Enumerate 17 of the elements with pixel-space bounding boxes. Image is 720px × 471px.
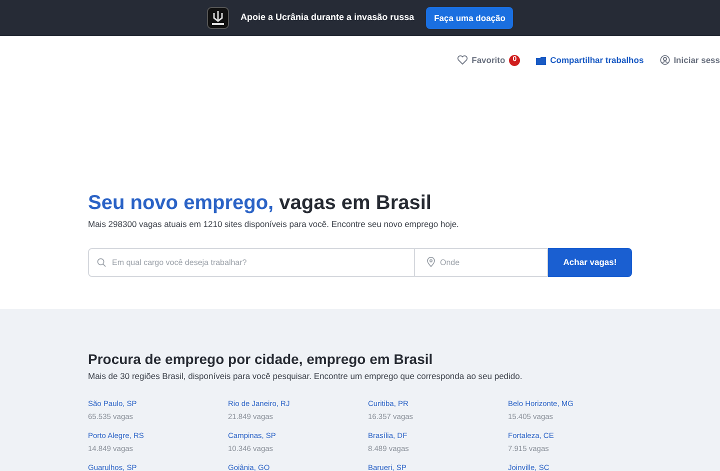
search-icon	[97, 258, 106, 267]
hero-subtitle: Mais 298300 vagas atuais em 1210 sites disponíveis para você. Encontre seu novo emprego hoje.	[88, 218, 460, 231]
folder-icon	[536, 56, 546, 64]
section-title: Procura de emprego por cidade, emprego em Brasil	[88, 350, 434, 368]
trident-icon	[206, 7, 229, 29]
user-icon	[660, 55, 670, 65]
share-link[interactable]: Compartilhar trabalhos	[536, 54, 644, 66]
heart-icon	[456, 55, 468, 65]
login-link[interactable]: Iniciar sess	[660, 54, 720, 66]
banner-text: Apoie a Ucrânia durante a invasão russa	[240, 11, 414, 24]
pin-icon	[427, 256, 435, 267]
donate-button[interactable]: Faça uma doação	[426, 6, 514, 30]
hero-title: Seu novo emprego, vagas em Brasil	[88, 191, 432, 215]
job-search-field[interactable]: Em qual cargo você deseja trabalhar?	[88, 248, 415, 277]
section-subtitle: Mais de 30 regiões Brasil, disponíveis para você pesquisar. Encontre um emprego que corresponda ao seu pedido.	[88, 370, 524, 383]
search-button[interactable]: Achar vagas!	[548, 248, 632, 277]
location-field[interactable]: Onde	[415, 248, 548, 277]
